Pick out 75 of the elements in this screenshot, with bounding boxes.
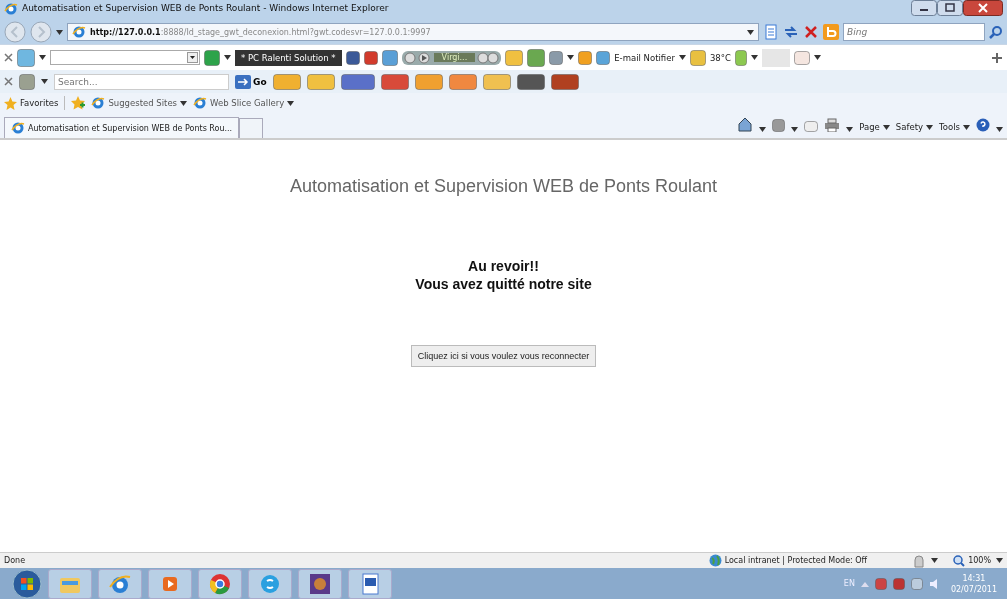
dropdown-caret-icon	[180, 100, 188, 106]
search-provider-icon	[823, 24, 839, 40]
stop-icon[interactable]	[803, 24, 819, 40]
toolbar-button[interactable]: E-mail Notifier	[614, 52, 675, 63]
track-title: Virgi...	[433, 53, 476, 62]
dropdown-caret-icon[interactable]	[750, 55, 758, 60]
print-icon[interactable]	[824, 118, 841, 132]
arrow-icon	[235, 74, 251, 89]
empty-toolbar-slot	[761, 48, 790, 67]
dropdown-caret-icon[interactable]	[846, 127, 854, 132]
toolbar-combo-field[interactable]	[50, 50, 200, 65]
dropdown-caret-icon	[882, 124, 890, 130]
reconnect-button[interactable]: Cliquez ici si vous voulez vous reconnecter	[410, 345, 597, 367]
home-icon[interactable]	[737, 116, 754, 132]
add-favorite-icon[interactable]	[71, 96, 86, 110]
dropdown-caret-icon[interactable]	[678, 55, 686, 60]
close-icon[interactable]	[4, 53, 13, 62]
browser-logo-icon	[193, 96, 208, 110]
dropdown-caret-icon[interactable]	[41, 79, 48, 84]
dropdown-caret-icon	[287, 100, 295, 106]
new-tab-button[interactable]	[239, 118, 264, 138]
dropdown-caret-icon	[963, 124, 970, 130]
compatibility-view-icon[interactable]	[763, 24, 779, 40]
toolbar-search-field[interactable]: Search...	[54, 73, 229, 90]
refresh-icon[interactable]	[783, 24, 799, 40]
speaker-icon[interactable]	[928, 577, 939, 590]
dropdown-caret-icon[interactable]	[187, 52, 198, 63]
message-text: Vous avez quitté notre site	[415, 275, 592, 293]
help-icon[interactable]	[976, 118, 990, 132]
minimize-icon[interactable]	[911, 0, 937, 16]
browser-logo-icon	[11, 121, 25, 135]
dropdown-caret-icon[interactable]	[39, 55, 46, 60]
dropdown-caret-icon[interactable]	[996, 127, 1003, 132]
magnifier-icon	[953, 554, 966, 567]
search-icon[interactable]	[989, 25, 1003, 39]
close-icon[interactable]	[963, 0, 1003, 16]
add-icon[interactable]	[991, 50, 1003, 65]
favorites-link[interactable]: Web Slice Gallery	[193, 96, 295, 110]
globe-icon	[708, 554, 722, 567]
zoom-button[interactable]: 100%	[953, 554, 991, 567]
page-heading: Automatisation et Supervision WEB de Ponts Roulant	[289, 176, 718, 197]
security-zone: Local intranet | Protected Mode: Off	[708, 554, 868, 567]
address-field[interactable]: http://127.0.0.1:8888/Id_stage_gwt_deconexion.html?gwt.codesvr=127.0.0.1:9997	[67, 23, 759, 41]
command-menu[interactable]: Safety	[895, 122, 934, 132]
web-search-field[interactable]: Bing	[843, 23, 985, 41]
maximize-icon[interactable]	[937, 0, 963, 16]
dropdown-caret-icon[interactable]	[56, 29, 63, 35]
favorites-button[interactable]: Favorites	[4, 96, 59, 110]
window-title: Automatisation et Supervision WEB de Ponts Roulant - Windows Internet Explorer	[22, 3, 389, 13]
dropdown-caret-icon[interactable]	[759, 127, 767, 132]
dropdown-caret-icon	[926, 124, 934, 130]
dropdown-caret-icon[interactable]	[791, 127, 799, 132]
dropdown-caret-icon[interactable]	[813, 55, 821, 60]
star-icon	[4, 96, 17, 110]
dropdown-caret-icon[interactable]	[931, 558, 939, 563]
status-text: Done	[4, 556, 26, 565]
dropdown-caret-icon[interactable]	[996, 558, 1003, 563]
command-menu[interactable]: Tools	[939, 122, 970, 132]
dropdown-caret-icon[interactable]	[224, 55, 231, 60]
tooltip: * PC Ralenti Solution *	[235, 49, 342, 66]
browser-logo-icon	[91, 96, 106, 110]
browser-logo-icon	[72, 25, 86, 39]
favorites-link[interactable]: Suggested Sites	[91, 96, 188, 110]
dropdown-caret-icon[interactable]	[747, 29, 754, 35]
dropdown-caret-icon[interactable]	[567, 55, 575, 60]
farewell-text: Au revoir!!	[467, 257, 540, 275]
temperature-text: 38°C	[709, 52, 731, 63]
play-controls-icon[interactable]	[403, 51, 432, 64]
volume-controls-icon[interactable]	[477, 51, 500, 64]
command-menu[interactable]: Page	[859, 122, 890, 132]
browser-logo-icon	[4, 2, 18, 16]
browser-tab[interactable]: Automatisation et Supervision WEB de Ponts Rou...	[4, 117, 240, 138]
url-text: http://127.0.0.1:8888/Id_stage_gwt_deconexion.html?gwt.codesvr=127.0.0.1:9997	[90, 27, 431, 37]
start-button-icon[interactable]	[12, 568, 42, 599]
go-button[interactable]: Go	[235, 74, 267, 89]
